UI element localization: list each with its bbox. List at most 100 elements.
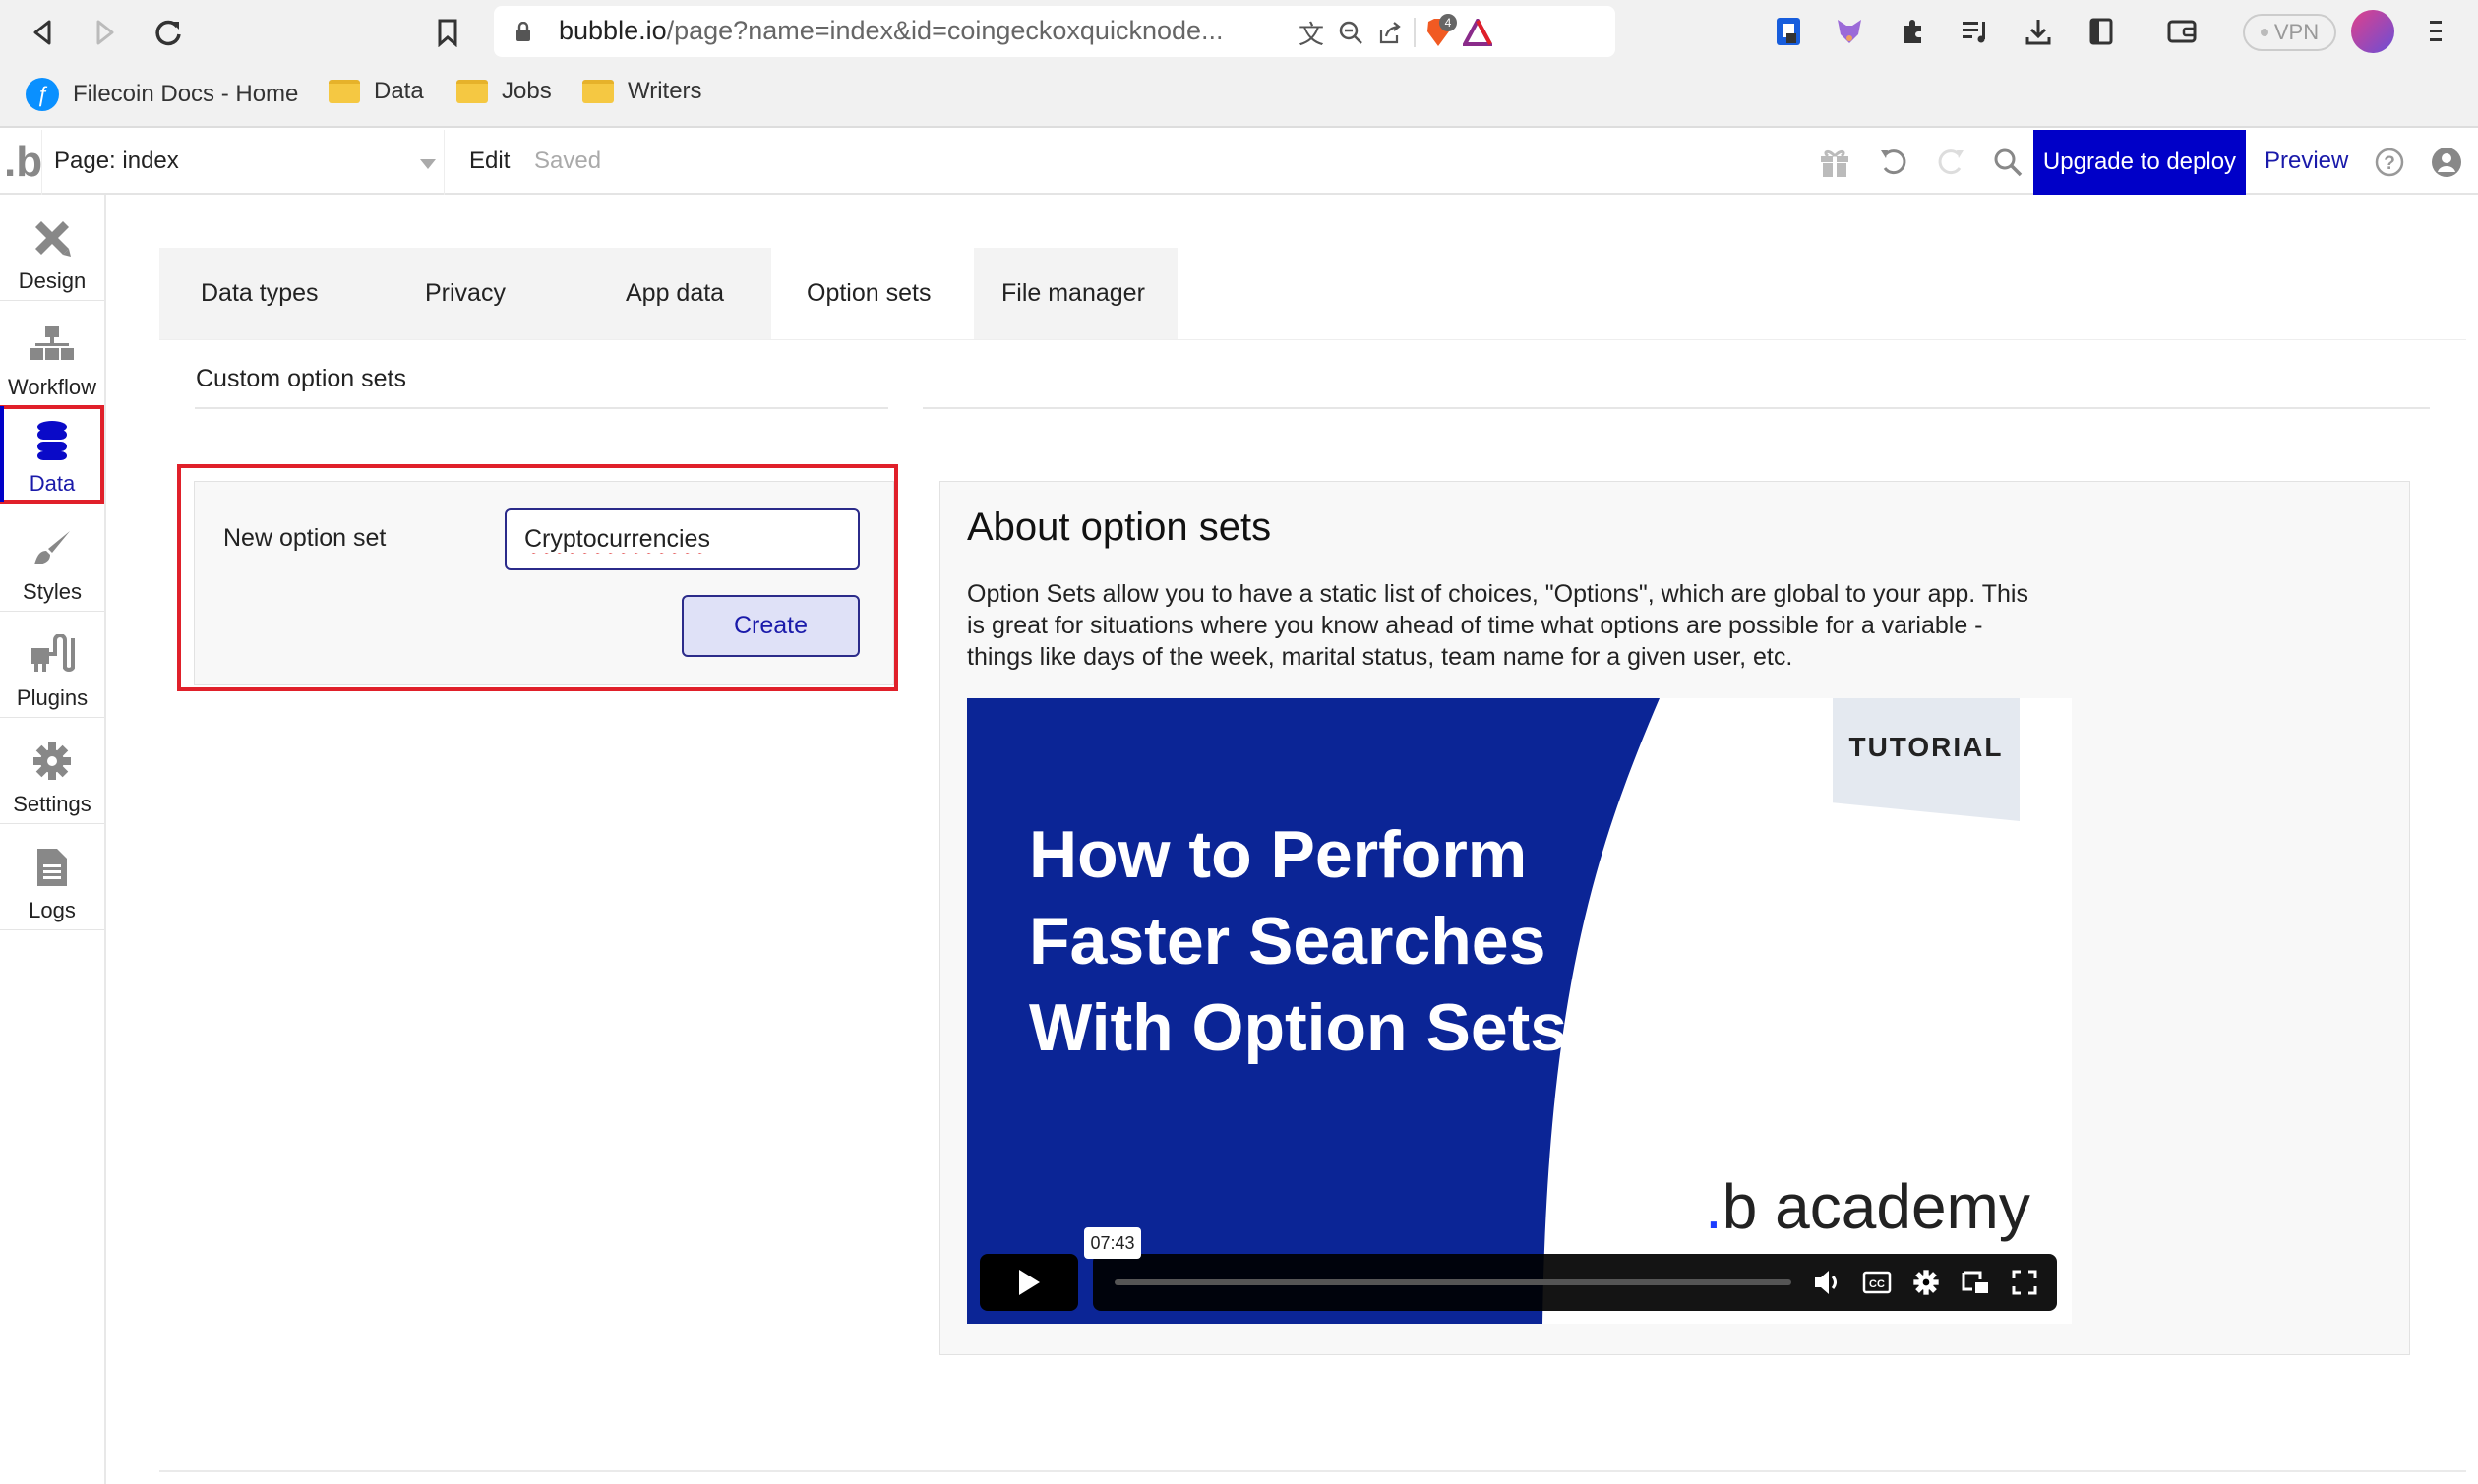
bookmark-data[interactable]: Data	[329, 78, 424, 105]
svg-text:?: ?	[2384, 153, 2395, 174]
create-button[interactable]: Create	[682, 595, 860, 657]
bookmark-label: Jobs	[502, 78, 552, 104]
bookmark-filecoin[interactable]: ƒ Filecoin Docs - Home	[26, 78, 298, 111]
sidebar-item-styles[interactable]: Styles	[0, 507, 104, 612]
sidebar-label: Logs	[29, 898, 76, 922]
settings-icon[interactable]	[1909, 1266, 1943, 1299]
bookmark-label: Filecoin Docs - Home	[73, 81, 299, 107]
vpn-status-dot	[2260, 29, 2268, 36]
bookmark-icon	[438, 19, 457, 47]
account-button[interactable]	[2426, 142, 2467, 183]
preview-button[interactable]: Preview	[2265, 148, 2348, 175]
browser-toolbar: bubble.io/page?name=index&id=coingeckoxq…	[0, 0, 2478, 64]
forward-button[interactable]	[87, 14, 124, 51]
chevron-down-icon	[420, 159, 436, 169]
wallet-icon[interactable]	[2164, 14, 2200, 49]
tutorial-badge: TUTORIAL	[1833, 698, 2020, 821]
new-option-set-input[interactable]	[505, 508, 860, 570]
save-status: Saved	[534, 148, 602, 174]
page-selector[interactable]: Page: index	[41, 130, 445, 195]
help-icon: ?	[2375, 148, 2404, 177]
zoom-out-icon[interactable]	[1336, 18, 1365, 47]
data-tabs: Data types Privacy App data Option sets …	[159, 248, 1178, 339]
metamask-icon[interactable]	[1832, 14, 1867, 49]
tab-file-manager[interactable]: File manager	[974, 248, 1178, 339]
fullscreen-icon[interactable]	[2008, 1266, 2041, 1299]
gift-button[interactable]	[1814, 142, 1855, 183]
url-text: bubble.io/page?name=index&id=coingeckoxq…	[559, 16, 1224, 45]
sidebar-label: Styles	[23, 579, 82, 604]
search-icon	[1994, 148, 2023, 177]
undo-icon	[1881, 149, 1906, 175]
volume-icon[interactable]	[1811, 1266, 1844, 1299]
tab-data-types[interactable]: Data types	[159, 248, 384, 339]
bookmark-writers[interactable]: Writers	[582, 78, 702, 105]
about-title: About option sets	[967, 505, 1272, 549]
profile-avatar[interactable]	[2351, 10, 2394, 53]
section-title: Custom option sets	[196, 365, 406, 392]
sidebar-item-settings[interactable]: Settings	[0, 720, 104, 824]
redo-button[interactable]	[1930, 142, 1971, 183]
bitwarden-icon[interactable]	[1771, 14, 1806, 49]
sidebar-label: Workflow	[7, 375, 97, 399]
sidebar-label: Design	[18, 268, 87, 293]
vpn-label: VPN	[2273, 20, 2320, 44]
undo-button[interactable]	[1873, 142, 1914, 183]
bookmark-button[interactable]	[429, 14, 466, 51]
download-icon[interactable]	[2021, 14, 2056, 49]
back-button[interactable]	[24, 14, 61, 51]
bookmark-jobs[interactable]: Jobs	[456, 78, 552, 105]
video-control-bar: CC	[1093, 1254, 2057, 1311]
about-text: Option Sets allow you to have a static l…	[967, 580, 2028, 671]
bookmark-label: Writers	[628, 78, 702, 104]
brave-shields-icon[interactable]: 4	[1423, 14, 1457, 47]
translate-icon[interactable]: 文	[1297, 18, 1326, 49]
highlight-annotation	[177, 464, 898, 691]
picture-in-picture-icon[interactable]	[1959, 1266, 1992, 1299]
editor-toolbar: .b Page: index Edit Saved Upgrade to dep…	[0, 130, 2478, 195]
divider	[195, 407, 888, 409]
new-option-set-label: New option set	[223, 524, 387, 552]
video-progress-bar[interactable]	[1115, 1279, 1791, 1285]
page-selector-label: Page: index	[54, 148, 179, 174]
media-queue-icon[interactable]	[1958, 14, 1993, 49]
forward-icon	[96, 20, 114, 45]
reload-button[interactable]	[150, 14, 187, 51]
vpn-button[interactable]: VPN	[2243, 14, 2336, 51]
browser-menu-icon[interactable]	[2418, 14, 2453, 49]
sidebar-item-plugins[interactable]: Plugins	[0, 614, 104, 718]
video-title: How to Perform Faster Searches With Opti…	[1029, 817, 1568, 1065]
tab-app-data[interactable]: App data	[584, 248, 771, 339]
tab-option-sets[interactable]: Option sets	[771, 248, 974, 339]
edit-menu[interactable]: Edit	[469, 148, 510, 175]
gear-icon	[28, 737, 77, 786]
sidebar-label: Plugins	[16, 685, 89, 710]
filecoin-icon: ƒ	[26, 78, 59, 111]
user-icon	[2432, 148, 2461, 177]
bubble-logo[interactable]: .b	[4, 138, 42, 187]
design-icon	[28, 213, 77, 263]
sidebar-item-workflow[interactable]: Workflow	[0, 303, 104, 407]
play-button[interactable]	[980, 1254, 1078, 1311]
divider	[923, 407, 2430, 409]
sidebar-item-logs[interactable]: Logs	[0, 826, 104, 930]
document-icon	[28, 843, 77, 892]
tutorial-video[interactable]: TUTORIAL How to Perform Faster Searches …	[967, 698, 2072, 1324]
address-bar[interactable]: bubble.io/page?name=index&id=coingeckoxq…	[494, 6, 1615, 57]
tab-privacy[interactable]: Privacy	[384, 248, 584, 339]
help-button[interactable]: ?	[2369, 142, 2410, 183]
search-button[interactable]	[1987, 142, 2028, 183]
folder-icon	[329, 80, 360, 103]
lock-icon	[516, 22, 530, 41]
upgrade-to-deploy-button[interactable]: Upgrade to deploy	[2033, 130, 2246, 195]
sidebar-toggle-icon[interactable]	[2084, 14, 2119, 49]
play-icon	[1019, 1270, 1040, 1295]
database-icon	[28, 416, 77, 465]
extensions-icon[interactable]	[1895, 14, 1930, 49]
brave-rewards-icon[interactable]	[1463, 18, 1492, 47]
share-icon[interactable]	[1375, 18, 1405, 47]
captions-icon[interactable]: CC	[1860, 1266, 1894, 1299]
sidebar-item-design[interactable]: Design	[0, 197, 104, 301]
folder-icon	[456, 80, 488, 103]
sidebar-item-data[interactable]: Data	[0, 405, 104, 504]
